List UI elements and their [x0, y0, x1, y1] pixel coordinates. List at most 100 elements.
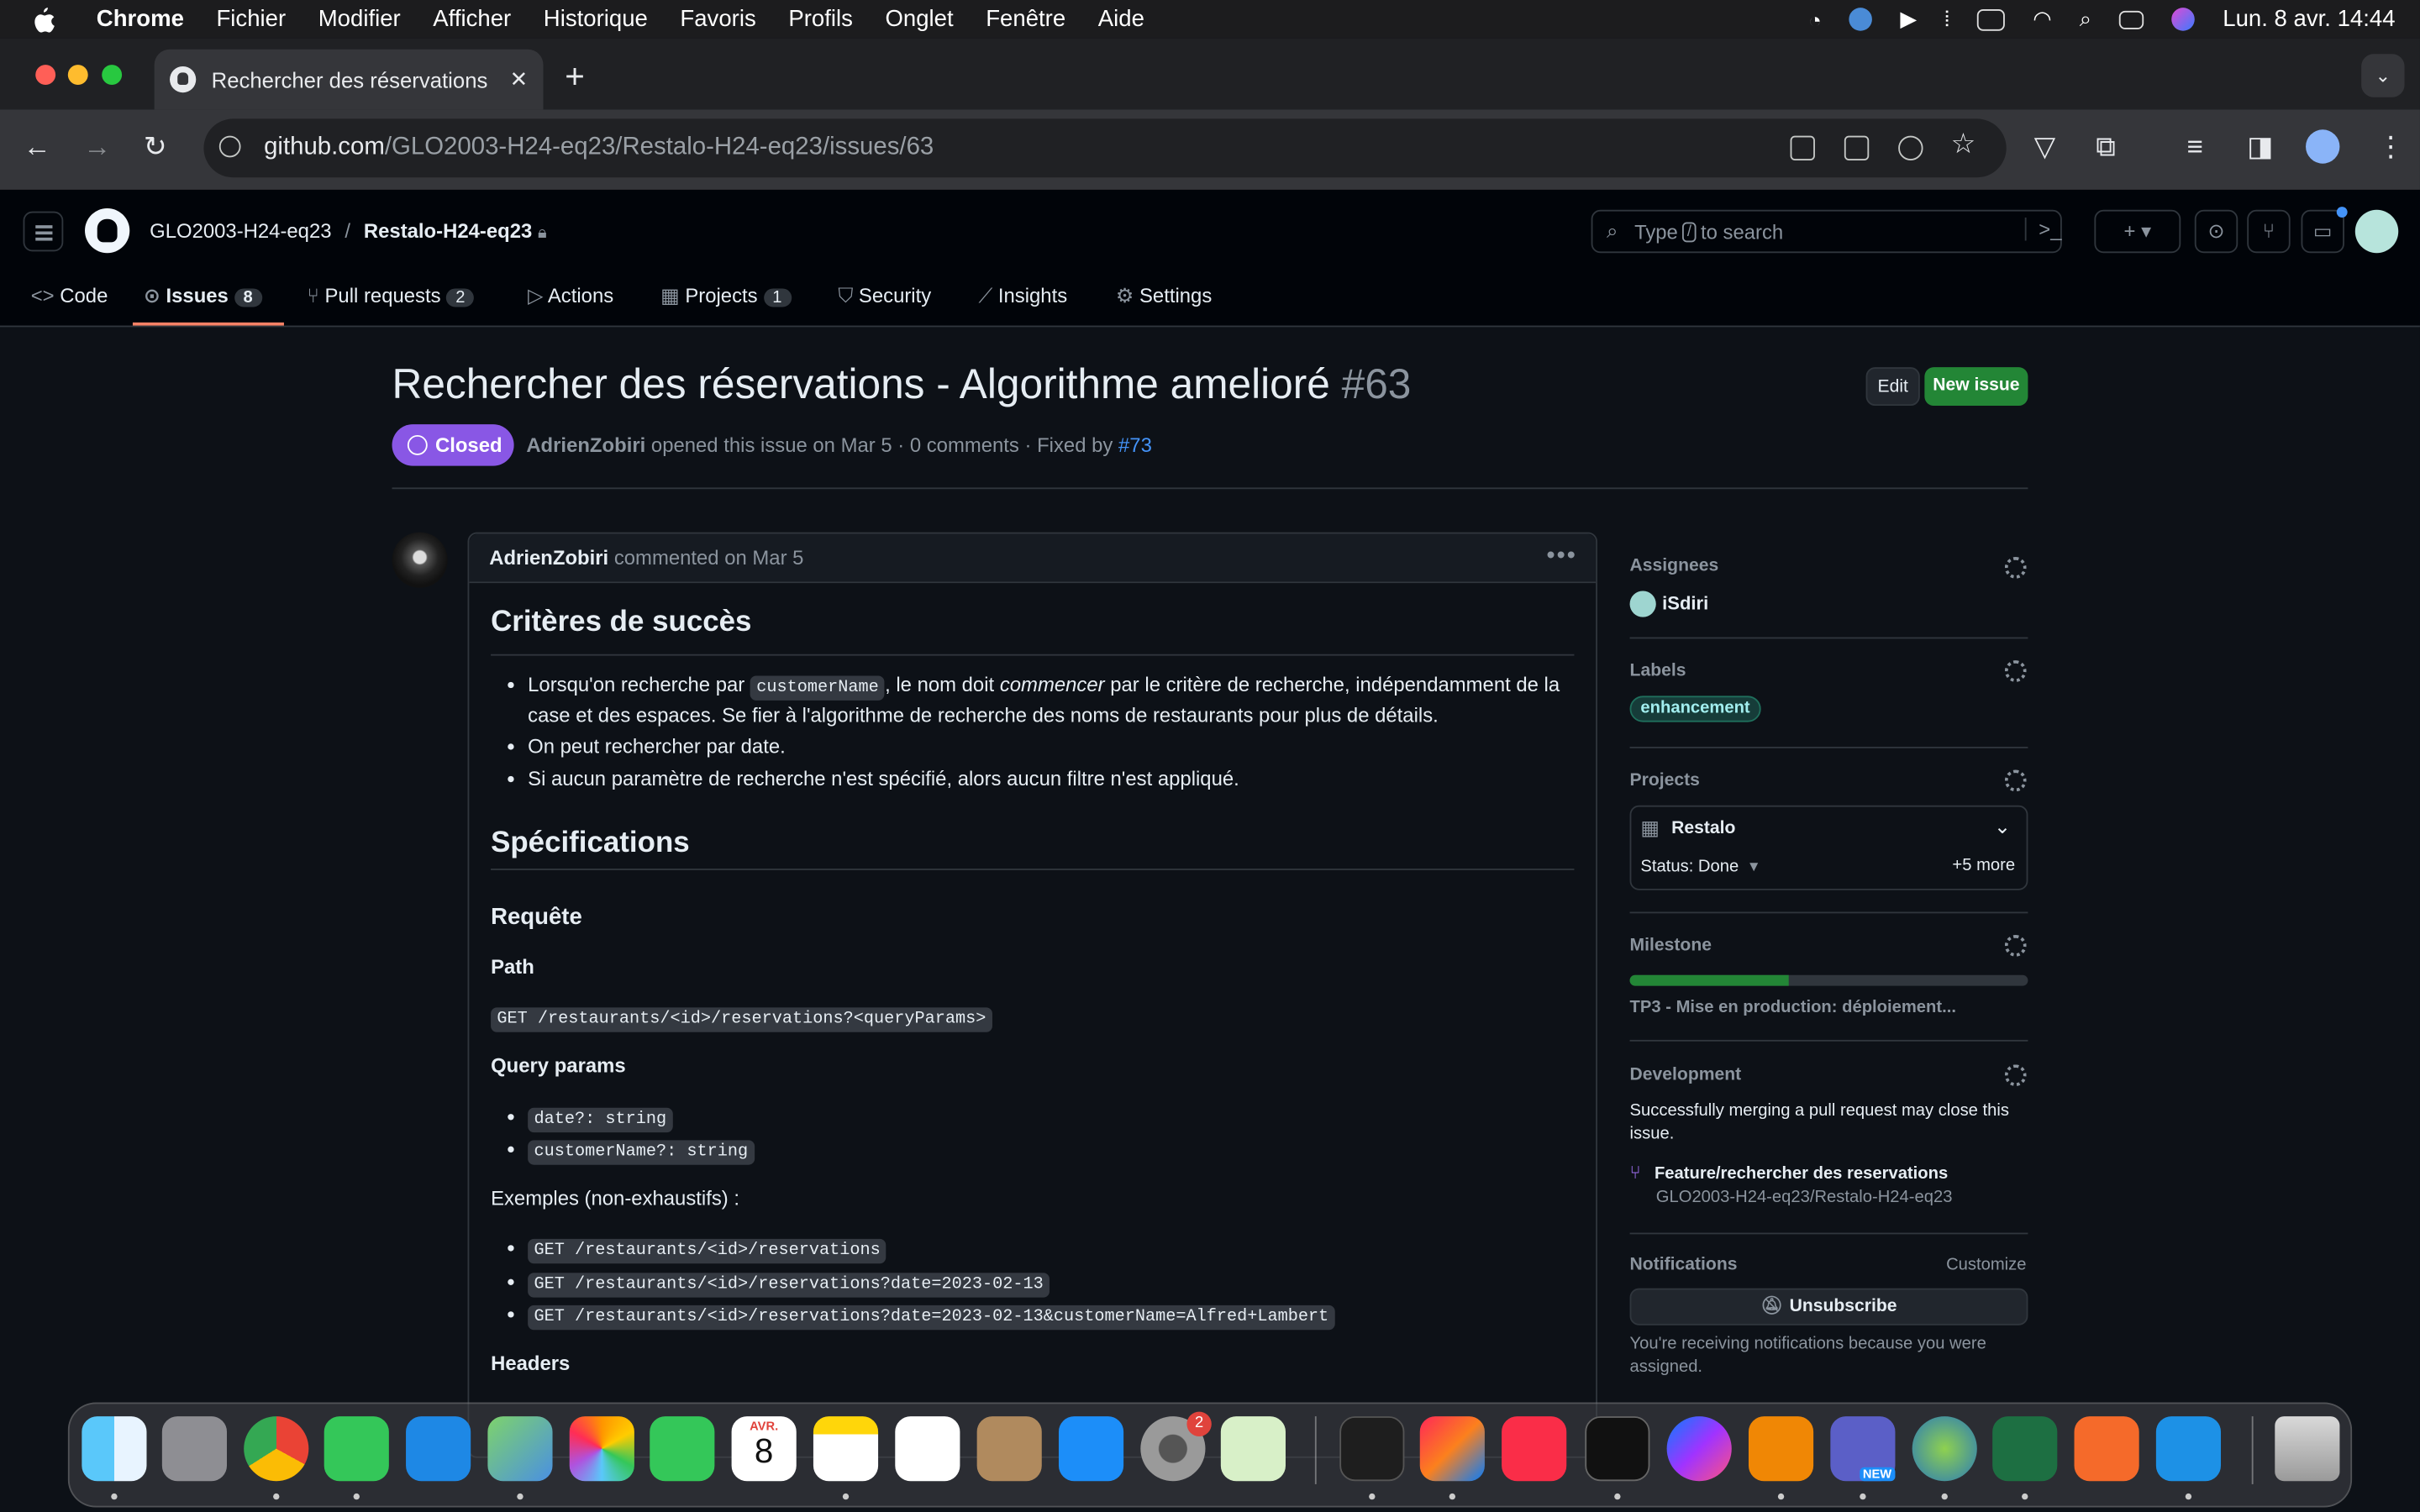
comment-options-icon[interactable]: ••• [1546, 543, 1576, 571]
pull-requests-icon[interactable]: ⑂ [2247, 209, 2291, 254]
issue-author-link[interactable]: AdrienZobiri [526, 433, 645, 457]
reload-icon[interactable]: ↻ [144, 131, 167, 164]
close-window-button[interactable] [35, 65, 56, 86]
user-avatar[interactable] [2354, 209, 2399, 254]
intellij-icon[interactable] [1419, 1416, 1485, 1482]
menu-afficher[interactable]: Afficher [417, 6, 527, 32]
music-icon[interactable] [1502, 1416, 1567, 1482]
app-store-icon[interactable] [1058, 1416, 1124, 1482]
apple-icon[interactable] [31, 5, 55, 33]
git-client-icon[interactable] [1220, 1416, 1286, 1482]
menubar-clock[interactable]: Lun. 8 avr. 14:44 [2223, 6, 2395, 32]
trash-icon[interactable] [2275, 1416, 2340, 1482]
menu-app-name[interactable]: Chrome [81, 6, 201, 32]
project-more-link[interactable]: +5 more [1952, 856, 2015, 874]
photos-icon[interactable] [569, 1416, 634, 1482]
development-gear-icon[interactable] [2004, 1064, 2027, 1087]
wifi-icon[interactable]: ◠ [2033, 6, 2051, 32]
launchpad-icon[interactable] [161, 1416, 227, 1482]
milestone-name[interactable]: TP3 - Mise en production: déploiement... [1630, 998, 1956, 1016]
docker-icon[interactable] [2155, 1416, 2222, 1482]
maps-icon[interactable] [487, 1416, 553, 1482]
install-app-icon[interactable] [1790, 135, 1815, 161]
assignee-name[interactable]: iSdiri [1662, 592, 1708, 614]
hamburger-menu-icon[interactable] [23, 211, 64, 252]
control-center-icon[interactable] [2119, 9, 2144, 29]
tab-security[interactable]: ⛉ Security [838, 284, 931, 308]
time-machine-icon[interactable]: ◔ [1808, 7, 1822, 31]
menu-profils[interactable]: Profils [772, 6, 869, 32]
repo-name-link[interactable]: Restalo-H24-eq23 [364, 219, 532, 243]
translate-icon[interactable] [1844, 135, 1870, 161]
command-palette-icon[interactable]: >_ [2024, 217, 2062, 241]
chrome-icon[interactable] [244, 1416, 309, 1482]
linked-branch-link[interactable]: Feature/rechercher des reservations [1655, 1165, 1948, 1184]
battery-icon[interactable] [1977, 8, 2006, 30]
minimize-window-button[interactable] [67, 65, 88, 86]
menu-fenetre[interactable]: Fenêtre [970, 6, 1082, 32]
edit-button[interactable]: Edit [1865, 367, 1920, 407]
zoom-window-button[interactable] [102, 65, 123, 86]
assignees-gear-icon[interactable] [2004, 557, 2027, 579]
menu-fichier[interactable]: Fichier [200, 6, 302, 32]
side-panel-icon[interactable]: ◨ [2247, 131, 2273, 164]
terminal-icon[interactable] [1339, 1416, 1405, 1482]
spotlight-icon[interactable]: ⌕ [2080, 6, 2091, 32]
search-input[interactable]: ⌕ Type / to search >_ [1591, 209, 2062, 254]
extension-vuetify-icon[interactable]: ▽ [2034, 131, 2055, 164]
url-text[interactable]: github.com/GLO2003-H24-eq23/Restalo-H24-… [264, 134, 934, 162]
chrome-menu-icon[interactable]: ⋮ [2377, 131, 2405, 164]
globe-app-icon[interactable] [1912, 1416, 1977, 1482]
play-icon[interactable]: ▶ [1900, 6, 1917, 32]
site-info-icon[interactable] [218, 135, 241, 158]
calendar-icon[interactable]: AVR. 8 [731, 1416, 797, 1482]
labels-gear-icon[interactable] [2004, 660, 2027, 682]
label-badge[interactable]: enhancement [1629, 696, 1761, 722]
facetime-icon[interactable] [650, 1416, 715, 1482]
comment-author-link[interactable]: AdrienZobiri [489, 546, 608, 570]
pages-icon[interactable] [2074, 1416, 2139, 1482]
globe-icon[interactable] [1849, 8, 1873, 31]
messages-icon[interactable] [324, 1416, 389, 1482]
airpods-icon[interactable]: ⦙ [1944, 6, 1949, 32]
repo-owner-link[interactable]: GLO2003-H24-eq23 [150, 219, 331, 243]
extensions-puzzle-icon[interactable]: ⧉ [2096, 131, 2116, 164]
forward-icon[interactable]: → [83, 131, 111, 164]
back-icon[interactable]: ← [24, 131, 51, 164]
customize-link[interactable]: Customize [1946, 1256, 2026, 1274]
menu-onglet[interactable]: Onglet [869, 6, 970, 32]
address-bar[interactable]: github.com/GLO2003-H24-eq23/Restalo-H24-… [203, 118, 2007, 178]
menu-favoris[interactable]: Favoris [664, 6, 772, 32]
new-tab-button[interactable]: + [565, 57, 585, 97]
tab-pull-requests[interactable]: ⑂ Pull requests 2 [308, 284, 475, 310]
bookmark-star-icon[interactable]: ☆ [1951, 128, 1976, 160]
milestone-heading[interactable]: Milestone [1630, 937, 1712, 955]
create-new-button[interactable]: + ▾ [2094, 209, 2181, 254]
freeform-icon[interactable] [895, 1416, 960, 1482]
menu-aide[interactable]: Aide [1081, 6, 1160, 32]
tab-search-chevron-icon[interactable]: ⌄ [2361, 54, 2405, 97]
comment-author-avatar[interactable] [392, 532, 448, 588]
reading-list-icon[interactable]: ≡ [2187, 131, 2203, 164]
contacts-icon[interactable] [976, 1416, 1042, 1482]
fixed-by-link[interactable]: #73 [1118, 433, 1152, 457]
github-logo-icon[interactable] [85, 207, 130, 254]
activity-monitor-icon[interactable] [1585, 1416, 1650, 1482]
tab-code[interactable]: <> Code [31, 284, 108, 307]
assignees-heading[interactable]: Assignees [1630, 557, 1719, 575]
browser-tab-active[interactable]: Rechercher des réservations ✕ [154, 49, 544, 110]
mail-icon[interactable] [406, 1416, 471, 1482]
drawio-icon[interactable] [1748, 1416, 1814, 1482]
assignee-avatar[interactable] [1629, 591, 1656, 617]
issues-icon[interactable]: ⊙ [2194, 209, 2238, 254]
zoom-icon[interactable] [1898, 135, 1923, 161]
menu-modifier[interactable]: Modifier [302, 6, 417, 32]
profile-avatar[interactable] [2306, 129, 2340, 164]
menu-historique[interactable]: Historique [528, 6, 665, 32]
tab-projects[interactable]: ▦ Projects 1 [660, 284, 792, 310]
siri-icon[interactable] [2171, 8, 2196, 31]
projects-gear-icon[interactable] [2004, 769, 2027, 792]
labels-heading[interactable]: Labels [1630, 662, 1686, 680]
project-status-dropdown[interactable]: Status: Done ▾ [1640, 856, 1758, 876]
messenger-icon[interactable] [1666, 1416, 1732, 1482]
